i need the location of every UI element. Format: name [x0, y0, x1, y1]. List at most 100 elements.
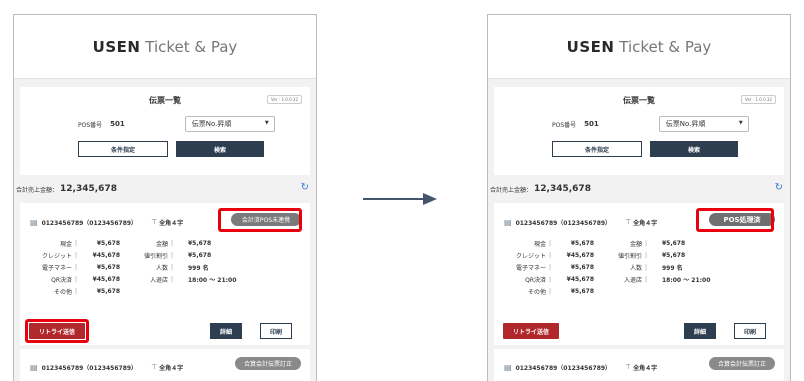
slip-card: ▤ 0123456789（0123456789） ⊤ 全角４字 合算会計伝票訂正 — [494, 349, 784, 381]
pos-number: 501 — [110, 120, 125, 128]
arrow-head-icon — [423, 193, 437, 205]
detail-value: ¥5,678 — [662, 239, 686, 247]
table-name: 全角４字 — [633, 219, 658, 227]
total-sales-value: 12,345,678 — [60, 184, 117, 194]
table-icon: ⊤ — [151, 218, 158, 226]
status-badge: 合算会計伝票訂正 — [709, 357, 775, 370]
detail-value: ¥5,678 — [570, 239, 594, 247]
detail-label: クレジット — [41, 252, 72, 260]
slip-list-panel: 伝票一覧 Ver : 1.0.0.32 POS番号 501 伝票No.昇順 ▼ … — [20, 87, 310, 175]
detail-button[interactable]: 詳細 — [684, 323, 716, 339]
detail-value: ¥45,678 — [92, 251, 120, 259]
refresh-icon[interactable]: ↻ — [775, 182, 783, 193]
detail-label: その他 — [53, 288, 72, 296]
detail-value: ¥5,678 — [188, 251, 212, 259]
brand-logo: USEN Ticket & Pay — [93, 38, 238, 56]
app-header: USEN Ticket & Pay — [14, 15, 316, 79]
payment-details: 現金 | ¥5,678 金額 | ¥5,678 クレジット | ¥45,678 値引割引 | ¥5,… — [494, 237, 784, 297]
detail-label: 人数 — [629, 264, 642, 272]
receipt-icon: ▤ — [30, 217, 38, 227]
refresh-icon[interactable]: ↻ — [301, 182, 309, 193]
version-badge: Ver : 1.0.0.32 — [741, 95, 776, 104]
retry-send-button[interactable]: リトライ送信 — [503, 323, 559, 339]
slip-number: 0123456789（0123456789） — [41, 364, 138, 372]
print-button[interactable]: 印刷 — [734, 323, 766, 339]
detail-value: 999 名 — [662, 264, 683, 272]
slip-number: 0123456789（0123456789） — [515, 364, 612, 372]
detail-label: 人数 — [155, 264, 168, 272]
total-sales-value: 12,345,678 — [534, 184, 591, 194]
detail-value: ¥5,678 — [96, 287, 120, 295]
detail-value: ¥45,678 — [566, 275, 594, 283]
chevron-down-icon: ▼ — [264, 120, 269, 126]
brand-light: Ticket & Pay — [619, 37, 712, 56]
detail-value: ¥5,678 — [96, 263, 120, 271]
search-button[interactable]: 検索 — [650, 141, 738, 157]
table-name: 全角４字 — [159, 219, 184, 227]
payment-details: 現金 | ¥5,678 金額 | ¥5,678 クレジット | ¥45,678 値引割引 | ¥5,… — [20, 237, 310, 297]
detail-value: 999 名 — [188, 264, 209, 272]
detail-value: ¥5,678 — [96, 239, 120, 247]
detail-label: 入退店 — [623, 276, 642, 284]
detail-value: ¥5,678 — [662, 251, 686, 259]
detail-label: 現金 — [59, 240, 72, 248]
total-sales-label: 合計売上金額： — [16, 186, 59, 194]
slip-number: 0123456789（0123456789） — [515, 219, 612, 227]
detail-label: 値引割引 — [143, 252, 168, 260]
slip-card: ▤ 0123456789（0123456789） ⊤ 全角４字 POS処理済 現… — [494, 203, 784, 345]
app-header: USEN Ticket & Pay — [488, 15, 790, 79]
detail-label: 金額 — [155, 240, 168, 248]
slip-number: 0123456789（0123456789） — [41, 219, 138, 227]
slip-card: ▤ 0123456789（0123456789） ⊤ 全角４字 合算会計伝票訂正 — [20, 349, 310, 381]
table-icon: ⊤ — [151, 363, 158, 371]
detail-button[interactable]: 詳細 — [210, 323, 242, 339]
detail-label: 電子マネー — [41, 264, 72, 272]
brand-bold: USEN — [92, 37, 141, 56]
detail-label: QR決済 — [51, 276, 72, 284]
detail-value: ¥45,678 — [92, 275, 120, 283]
brand-bold: USEN — [566, 37, 615, 56]
highlight-box-status — [218, 208, 302, 232]
detail-value: ¥5,678 — [570, 263, 594, 271]
slip-card: ▤ 0123456789（0123456789） ⊤ 全角４字 会計済POS未連… — [20, 203, 310, 345]
detail-label: QR決済 — [525, 276, 546, 284]
condition-button[interactable]: 条件指定 — [552, 141, 642, 157]
total-sales-label: 合計売上金額： — [490, 186, 533, 194]
pos-number: 501 — [584, 120, 599, 128]
total-sales-row: 合計売上金額： 12,345,678 ↻ — [488, 175, 790, 203]
sort-select[interactable]: 伝票No.昇順 ▼ — [658, 116, 749, 132]
print-button[interactable]: 印刷 — [260, 323, 292, 339]
version-badge: Ver : 1.0.0.32 — [267, 95, 302, 104]
table-icon: ⊤ — [625, 218, 632, 226]
sort-select-value: 伝票No.昇順 — [665, 120, 706, 128]
pos-label: POS番号 — [78, 121, 103, 129]
table-name: 全角４字 — [633, 364, 658, 372]
detail-label: クレジット — [515, 252, 546, 260]
detail-label: 入退店 — [149, 276, 168, 284]
slip-list-panel: 伝票一覧 Ver : 1.0.0.32 POS番号 501 伝票No.昇順 ▼ … — [494, 87, 784, 175]
total-sales-row: 合計売上金額： 12,345,678 ↻ — [14, 175, 316, 203]
brand-light: Ticket & Pay — [145, 37, 238, 56]
detail-label: 電子マネー — [515, 264, 546, 272]
detail-value: ¥5,678 — [570, 287, 594, 295]
sort-select[interactable]: 伝票No.昇順 ▼ — [184, 116, 275, 132]
highlight-box-status — [696, 208, 774, 232]
brand-logo: USEN Ticket & Pay — [567, 38, 712, 56]
detail-value: 18:00 ～ 21:00 — [662, 276, 711, 284]
detail-value: 18:00 ～ 21:00 — [188, 276, 237, 284]
detail-label: その他 — [527, 288, 546, 296]
table-icon: ⊤ — [625, 363, 632, 371]
detail-value: ¥45,678 — [566, 251, 594, 259]
receipt-icon: ▤ — [30, 362, 38, 372]
detail-label: 金額 — [629, 240, 642, 248]
sort-select-value: 伝票No.昇順 — [191, 120, 232, 128]
condition-button[interactable]: 条件指定 — [78, 141, 168, 157]
search-button[interactable]: 検索 — [176, 141, 264, 157]
screen-before: USEN Ticket & Pay 伝票一覧 Ver : 1.0.0.32 PO… — [13, 14, 317, 381]
table-name: 全角４字 — [159, 364, 184, 372]
arrow-right-icon — [363, 198, 425, 200]
chevron-down-icon: ▼ — [738, 120, 743, 126]
receipt-icon: ▤ — [504, 362, 512, 372]
receipt-icon: ▤ — [504, 217, 512, 227]
detail-label: 値引割引 — [617, 252, 642, 260]
